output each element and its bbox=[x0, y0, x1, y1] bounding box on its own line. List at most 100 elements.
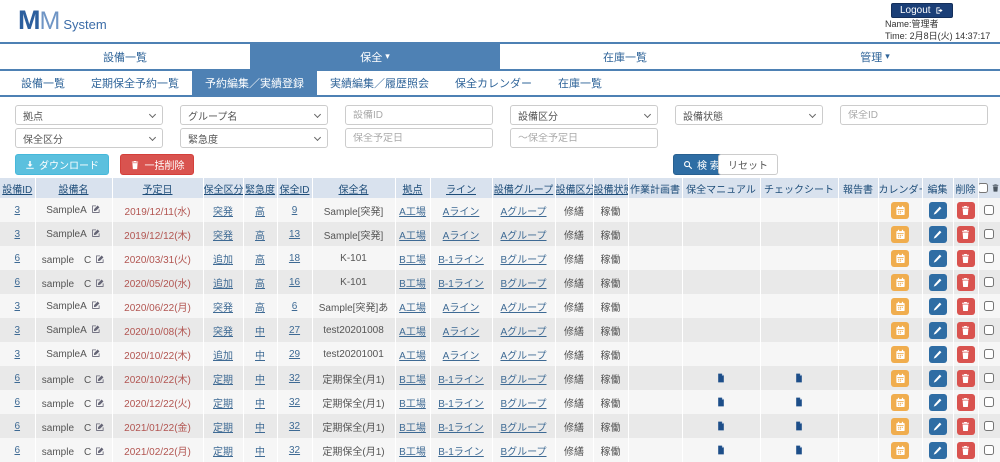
cell-link-line[interactable]: B-1ライン bbox=[438, 375, 484, 386]
cell-link-group[interactable]: Aグループ bbox=[500, 327, 546, 338]
filter-select-group-name[interactable]: グループ名 bbox=[180, 105, 328, 125]
row-edit-button[interactable] bbox=[928, 225, 947, 243]
row-calendar-button[interactable] bbox=[891, 273, 909, 291]
filter-select-equip-status[interactable]: 設備状態 bbox=[675, 105, 823, 125]
row-delete-button[interactable] bbox=[956, 369, 975, 387]
sub-tab-equipment-list[interactable]: 設備一覧 bbox=[8, 71, 78, 95]
cell-link-equip_id[interactable]: 3 bbox=[14, 349, 20, 360]
cell-link-group[interactable]: Bグループ bbox=[500, 375, 546, 386]
document-file-icon[interactable] bbox=[716, 421, 726, 432]
file-icon[interactable] bbox=[794, 444, 804, 456]
equipment-edit-icon[interactable] bbox=[87, 301, 101, 312]
cell-link-equip_id[interactable]: 6 bbox=[14, 373, 20, 384]
cell-link-urgency[interactable]: 高 bbox=[255, 231, 265, 242]
cell-link-group[interactable]: Aグループ bbox=[500, 351, 546, 362]
cell-link-line[interactable]: B-1ライン bbox=[438, 423, 484, 434]
filter-field-date-from[interactable] bbox=[345, 128, 493, 148]
cell-link-maint_id[interactable]: 32 bbox=[289, 373, 300, 384]
cell-link-category[interactable]: 定期 bbox=[213, 447, 233, 458]
bulk-delete-button[interactable]: 一括削除 bbox=[120, 154, 195, 175]
file-icon[interactable] bbox=[716, 444, 726, 456]
cell-link-line[interactable]: B-1ライン bbox=[438, 399, 484, 410]
cell-link-category[interactable]: 追加 bbox=[213, 255, 233, 266]
cell-link-equip_id[interactable]: 6 bbox=[14, 397, 20, 408]
row-edit-button[interactable] bbox=[928, 273, 947, 291]
cell-link-equip_id[interactable]: 3 bbox=[14, 229, 20, 240]
row-select-checkbox[interactable] bbox=[984, 396, 994, 407]
row-select-checkbox[interactable] bbox=[984, 372, 994, 383]
row-delete-button[interactable] bbox=[956, 417, 975, 435]
cell-link-urgency[interactable]: 高 bbox=[255, 207, 265, 218]
col-header-equip_status[interactable]: 設備状態 bbox=[593, 178, 629, 198]
sub-tab-maintenance-calendar[interactable]: 保全カレンダー bbox=[442, 71, 545, 95]
row-calendar-button[interactable] bbox=[891, 297, 909, 315]
edit-icon[interactable] bbox=[95, 374, 105, 384]
cell-link-line[interactable]: Aライン bbox=[443, 351, 480, 362]
sub-tab-periodic-reservation-list[interactable]: 定期保全予約一覧 bbox=[78, 71, 192, 95]
cell-link-maint_id[interactable]: 29 bbox=[289, 349, 300, 360]
cell-link-equip_id[interactable]: 6 bbox=[14, 421, 20, 432]
filter-field-date-to[interactable] bbox=[510, 128, 658, 148]
cell-link-line[interactable]: Aライン bbox=[443, 327, 480, 338]
edit-icon[interactable] bbox=[95, 422, 105, 432]
cell-link-category[interactable]: 定期 bbox=[213, 399, 233, 410]
document-file-icon[interactable] bbox=[794, 421, 804, 432]
row-select-checkbox[interactable] bbox=[984, 300, 994, 311]
cell-link-urgency[interactable]: 中 bbox=[255, 399, 265, 410]
cell-link-site[interactable]: B工場 bbox=[399, 423, 426, 434]
row-edit-button[interactable] bbox=[928, 201, 947, 219]
equipment-edit-icon[interactable] bbox=[91, 422, 105, 434]
col-header-maint_id[interactable]: 保全ID bbox=[277, 178, 313, 198]
cell-link-site[interactable]: A工場 bbox=[399, 207, 426, 218]
file-icon[interactable] bbox=[794, 396, 804, 408]
row-delete-button[interactable] bbox=[956, 273, 975, 291]
edit-icon[interactable] bbox=[95, 278, 105, 288]
cell-link-maint_id[interactable]: 27 bbox=[289, 325, 300, 336]
edit-icon[interactable] bbox=[95, 254, 105, 264]
equipment-edit-icon[interactable] bbox=[91, 398, 105, 410]
reset-button[interactable]: リセット bbox=[718, 154, 778, 175]
equipment-edit-icon[interactable] bbox=[91, 446, 105, 458]
cell-link-line[interactable]: B-1ライン bbox=[438, 255, 484, 266]
col-header-urgency[interactable]: 緊急度 bbox=[243, 178, 278, 198]
col-header-equip_name[interactable]: 設備名 bbox=[35, 178, 113, 198]
edit-icon[interactable] bbox=[91, 324, 101, 334]
row-select-checkbox[interactable] bbox=[984, 276, 994, 287]
cell-link-category[interactable]: 突発 bbox=[213, 327, 233, 338]
cell-link-urgency[interactable]: 中 bbox=[255, 327, 265, 338]
col-header-category[interactable]: 保全区分 bbox=[203, 178, 244, 198]
cell-link-urgency[interactable]: 中 bbox=[255, 423, 265, 434]
cell-link-maint_id[interactable]: 32 bbox=[289, 421, 300, 432]
cell-link-category[interactable]: 定期 bbox=[213, 423, 233, 434]
col-header-line[interactable]: ライン bbox=[430, 178, 493, 198]
row-edit-button[interactable] bbox=[928, 417, 947, 435]
row-select-checkbox[interactable] bbox=[984, 228, 994, 239]
sub-tab-inventory-list[interactable]: 在庫一覧 bbox=[545, 71, 615, 95]
cell-link-equip_id[interactable]: 3 bbox=[14, 301, 20, 312]
filter-input-date-from[interactable] bbox=[353, 132, 485, 144]
file-icon[interactable] bbox=[716, 372, 726, 384]
cell-link-category[interactable]: 追加 bbox=[213, 279, 233, 290]
row-select-checkbox[interactable] bbox=[984, 420, 994, 431]
logout-button[interactable]: Logout bbox=[891, 3, 953, 18]
row-edit-button[interactable] bbox=[928, 345, 947, 363]
cell-link-site[interactable]: A工場 bbox=[399, 231, 426, 242]
edit-icon[interactable] bbox=[91, 300, 101, 310]
filter-select-site[interactable]: 拠点 bbox=[15, 105, 163, 125]
cell-link-line[interactable]: B-1ライン bbox=[438, 447, 484, 458]
cell-link-line[interactable]: Aライン bbox=[443, 303, 480, 314]
col-header-maint_name[interactable]: 保全名 bbox=[312, 178, 396, 198]
sub-tab-result-edit-history[interactable]: 実績編集／履歴照会 bbox=[317, 71, 442, 95]
cell-link-site[interactable]: B工場 bbox=[399, 399, 426, 410]
row-delete-button[interactable] bbox=[956, 297, 975, 315]
col-header-scheduled_date[interactable]: 予定日 bbox=[112, 178, 204, 198]
cell-link-site[interactable]: A工場 bbox=[399, 351, 426, 362]
cell-link-group[interactable]: Bグループ bbox=[500, 279, 546, 290]
edit-icon[interactable] bbox=[95, 446, 105, 456]
download-button[interactable]: ダウンロード bbox=[15, 154, 109, 175]
cell-link-group[interactable]: Bグループ bbox=[500, 447, 546, 458]
sub-tab-reservation-edit-result-entry[interactable]: 予約編集／実績登録 bbox=[192, 71, 317, 95]
cell-link-urgency[interactable]: 高 bbox=[255, 255, 265, 266]
filter-input-date-to[interactable] bbox=[518, 132, 650, 144]
cell-link-category[interactable]: 追加 bbox=[213, 351, 233, 362]
